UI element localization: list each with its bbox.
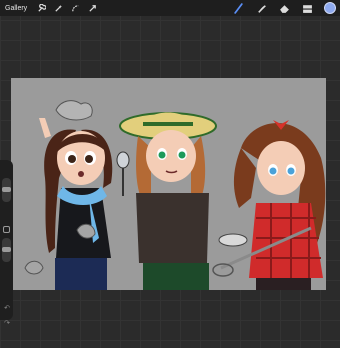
redo-icon[interactable]: ↷: [3, 320, 11, 328]
wrench-icon[interactable]: [35, 2, 47, 14]
eraser-icon[interactable]: [278, 2, 290, 14]
character-right: [212, 120, 326, 290]
brush-opacity-slider[interactable]: [2, 238, 11, 262]
drawing-canvas[interactable]: [11, 78, 326, 290]
brush-icon[interactable]: [232, 2, 244, 14]
brush-size-slider[interactable]: [2, 178, 11, 202]
modify-button[interactable]: [3, 226, 10, 233]
gallery-button[interactable]: Gallery: [5, 5, 27, 12]
magic-wand-icon[interactable]: [52, 2, 64, 14]
current-color-swatch[interactable]: [324, 2, 336, 14]
undo-icon[interactable]: ↶: [3, 305, 11, 313]
character-middle: [116, 112, 248, 290]
selection-icon[interactable]: [69, 2, 81, 14]
smudge-icon[interactable]: [255, 2, 267, 14]
transform-arrow-icon[interactable]: [86, 2, 98, 14]
top-toolbar: Gallery: [0, 0, 340, 16]
brush-size-thumb[interactable]: [2, 187, 11, 192]
character-left: [24, 100, 113, 290]
artwork: [24, 100, 326, 290]
layers-icon[interactable]: [301, 2, 313, 14]
brush-opacity-thumb[interactable]: [2, 247, 11, 252]
left-sidebar: ↶ ↷: [0, 160, 13, 327]
